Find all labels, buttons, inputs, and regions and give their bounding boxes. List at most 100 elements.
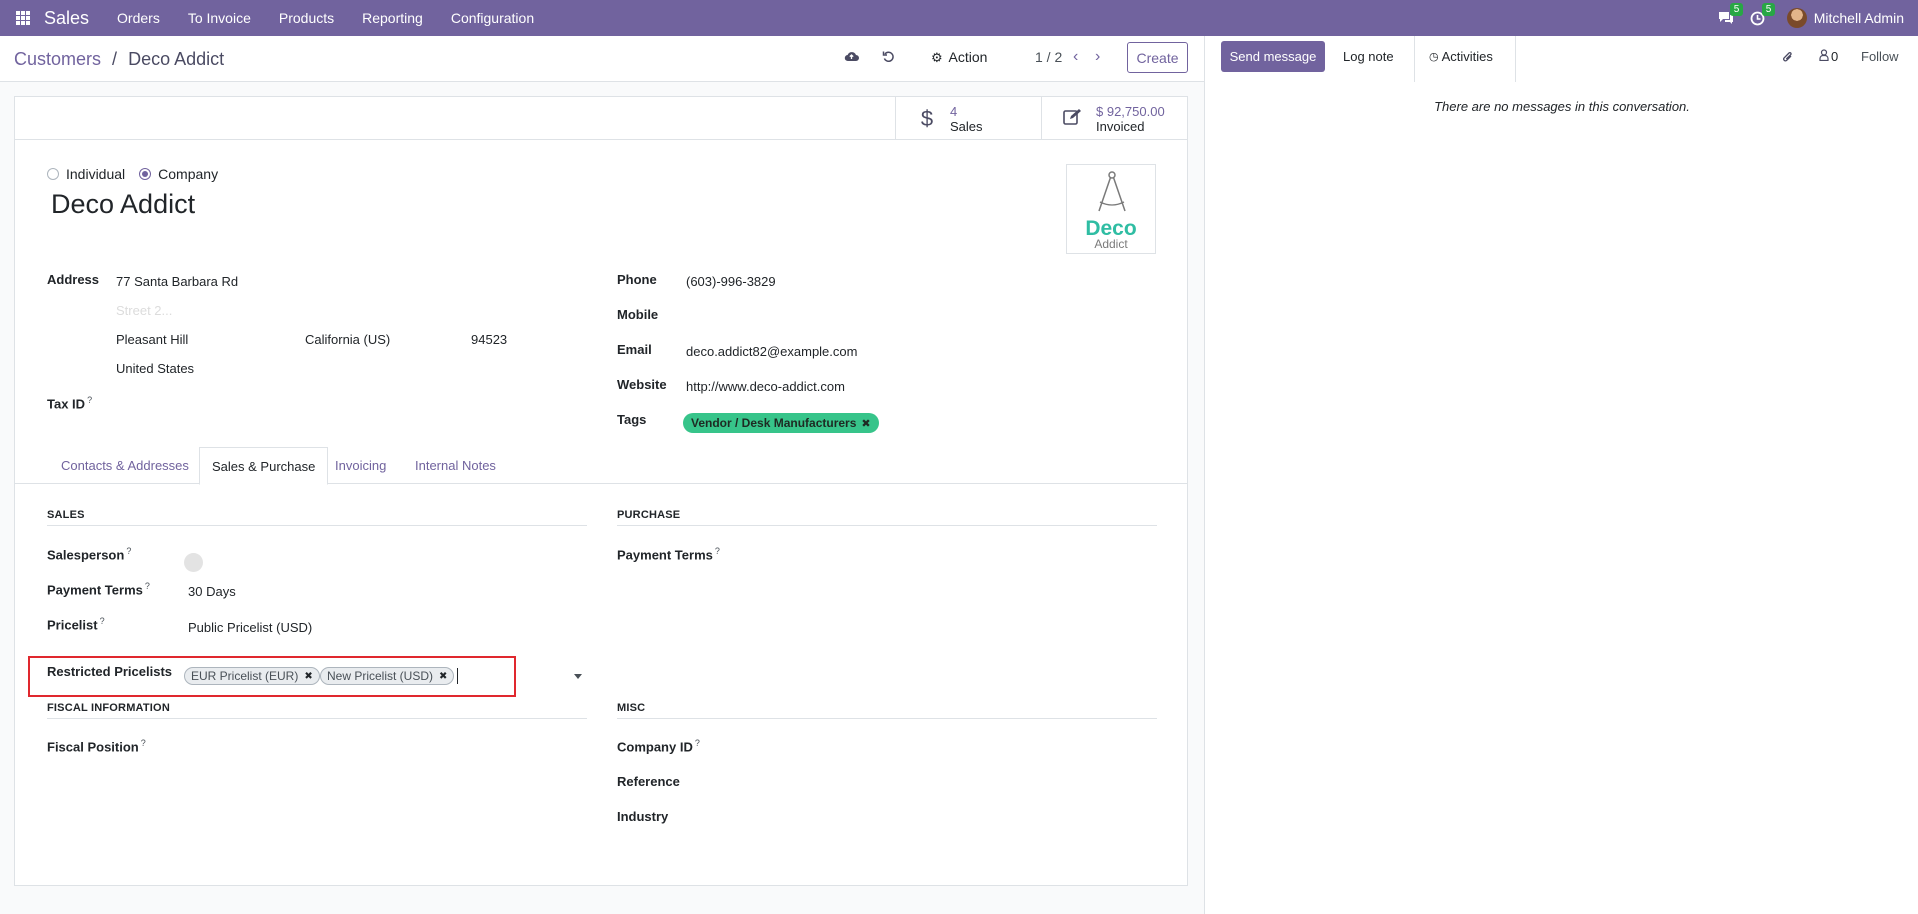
menu-orders[interactable]: Orders xyxy=(103,0,174,36)
menu-to-invoice[interactable]: To Invoice xyxy=(174,0,265,36)
address-label: Address xyxy=(47,272,100,287)
help-tooltip-icon[interactable]: ? xyxy=(695,738,700,748)
payment-terms-field[interactable]: 30 Days xyxy=(188,584,236,599)
activities-count-badge: 5 xyxy=(1761,2,1776,16)
help-tooltip-icon[interactable]: ? xyxy=(145,581,150,591)
zip-field[interactable]: 94523 xyxy=(471,332,507,347)
fiscal-position-label-text: Fiscal Position xyxy=(47,739,139,755)
breadcrumb-separator: / xyxy=(112,49,118,69)
followers-button[interactable]: 0 xyxy=(1819,41,1838,72)
help-tooltip-icon[interactable]: ? xyxy=(87,395,92,405)
smart-button-box: $ 4 Sales $ 92,750.00 Invoiced xyxy=(15,97,1187,140)
purchase-section-title: PURCHASE xyxy=(617,509,681,521)
user-menu[interactable]: Mitchell Admin xyxy=(1814,10,1904,26)
log-note-button[interactable]: Log note xyxy=(1343,41,1394,72)
pricelist-tag-new-label: New Pricelist (USD) xyxy=(327,669,434,683)
misc-section-title: MISC xyxy=(617,702,646,714)
street2-field[interactable]: Street 2... xyxy=(116,303,172,318)
chevron-down-icon[interactable] xyxy=(574,674,582,679)
fiscal-position-label: Fiscal Position? xyxy=(47,738,146,754)
pager-value[interactable]: 1 / 2 xyxy=(1035,49,1062,65)
mobile-label: Mobile xyxy=(617,307,659,322)
pricelist-field[interactable]: Public Pricelist (USD) xyxy=(188,620,312,635)
user-avatar[interactable] xyxy=(1786,8,1807,28)
create-button[interactable]: Create xyxy=(1127,42,1188,73)
pricelist-tag-eur[interactable]: EUR Pricelist (EUR) ✖ xyxy=(184,667,320,685)
email-field[interactable]: deco.addict82@example.com xyxy=(686,344,857,359)
remove-tag-icon[interactable]: ✖ xyxy=(304,671,312,682)
navbar-left: Sales Orders To Invoice Products Reporti… xyxy=(0,0,548,36)
save-cloud-icon[interactable] xyxy=(844,50,859,66)
company-type-radio: Individual Company xyxy=(47,166,232,182)
country-field[interactable]: United States xyxy=(116,361,194,376)
tab-sales-purchase[interactable]: Sales & Purchase xyxy=(199,447,329,485)
sales-section-title: SALES xyxy=(47,509,85,521)
invoiced-label: Invoiced xyxy=(1096,118,1145,134)
remove-tag-icon[interactable]: ✖ xyxy=(439,671,447,682)
attachment-paperclip-icon[interactable] xyxy=(1782,41,1794,72)
radio-individual-circle xyxy=(47,168,59,180)
restricted-pricelists-label: Restricted Pricelists xyxy=(47,664,173,679)
followers-count: 0 xyxy=(1831,49,1839,64)
salesperson-avatar[interactable] xyxy=(184,553,203,572)
tag-remove-icon[interactable]: ✖ xyxy=(861,417,870,430)
website-label: Website xyxy=(617,377,667,392)
edit-square-icon xyxy=(1062,106,1084,132)
partner-logo[interactable]: Deco Addict xyxy=(1066,164,1156,254)
radio-company-label: Company xyxy=(158,166,219,182)
action-label: Action xyxy=(948,49,988,65)
apps-menu-icon[interactable] xyxy=(16,11,30,25)
help-tooltip-icon[interactable]: ? xyxy=(715,546,720,556)
help-tooltip-icon[interactable]: ? xyxy=(126,546,131,556)
form-sheet: $ 4 Sales $ 92,750.00 Invoiced Individua… xyxy=(14,96,1188,886)
pager-next-icon[interactable]: › xyxy=(1095,48,1100,66)
radio-company[interactable]: Company xyxy=(139,166,218,182)
industry-label: Industry xyxy=(617,809,669,824)
company-id-label-text: Company ID xyxy=(617,739,693,755)
sales-label: Sales xyxy=(950,118,983,134)
street-field[interactable]: 77 Santa Barbara Rd xyxy=(116,274,238,289)
tab-contacts-addresses[interactable]: Contacts & Addresses xyxy=(49,447,201,484)
messaging-menu[interactable]: 5 xyxy=(1718,3,1744,25)
top-navbar: Sales Orders To Invoice Products Reporti… xyxy=(0,0,1918,36)
pricelist-tag-eur-label: EUR Pricelist (EUR) xyxy=(191,669,299,683)
invoiced-stat: $ 92,750.00 Invoiced xyxy=(1096,104,1165,134)
payment-terms-label-text: Payment Terms xyxy=(47,582,143,598)
tab-internal-notes[interactable]: Internal Notes xyxy=(403,447,508,484)
pricelist-tag-new[interactable]: New Pricelist (USD) ✖ xyxy=(320,667,455,685)
website-field[interactable]: http://www.deco-addict.com xyxy=(686,379,845,394)
partner-name-field[interactable]: Deco Addict xyxy=(51,189,195,220)
main-menu: Orders To Invoice Products Reporting Con… xyxy=(103,0,548,36)
breadcrumb-customers[interactable]: Customers xyxy=(14,49,101,69)
state-field[interactable]: California (US) xyxy=(305,332,390,347)
sales-stat: 4 Sales xyxy=(950,104,983,134)
help-tooltip-icon[interactable]: ? xyxy=(100,616,105,626)
user-icon xyxy=(1819,49,1829,64)
tag-vendor-desk-manufacturers[interactable]: Vendor / Desk Manufacturers ✖ xyxy=(683,413,879,433)
pager-previous-icon[interactable]: ‹ xyxy=(1073,48,1078,66)
purchase-payment-terms-label: Payment Terms? xyxy=(617,546,720,562)
activities-button[interactable]: ◷ Activities xyxy=(1429,41,1493,72)
payment-terms-label: Payment Terms? xyxy=(47,581,150,597)
compass-logo-icon xyxy=(1098,171,1126,212)
follow-button[interactable]: Follow xyxy=(1861,41,1899,72)
pricelist-label: Pricelist? xyxy=(47,616,105,632)
sales-smart-button[interactable]: $ 4 Sales xyxy=(895,97,1041,140)
menu-products[interactable]: Products xyxy=(265,0,348,36)
send-message-button[interactable]: Send message xyxy=(1221,41,1325,72)
discard-undo-icon[interactable] xyxy=(882,50,895,66)
action-menu-button[interactable]: ⚙ Action xyxy=(931,49,987,66)
tab-invoicing[interactable]: Invoicing xyxy=(323,447,398,484)
activity-menu[interactable]: 5 xyxy=(1750,2,1776,26)
text-cursor[interactable] xyxy=(457,668,458,684)
tags-label: Tags xyxy=(617,412,647,427)
radio-individual[interactable]: Individual xyxy=(47,166,125,182)
help-tooltip-icon[interactable]: ? xyxy=(141,738,146,748)
invoiced-smart-button[interactable]: $ 92,750.00 Invoiced xyxy=(1041,97,1187,140)
email-label: Email xyxy=(617,342,652,357)
phone-field[interactable]: (603)-996-3829 xyxy=(686,274,776,289)
menu-configuration[interactable]: Configuration xyxy=(437,0,548,36)
city-field[interactable]: Pleasant Hill xyxy=(116,332,188,347)
app-name[interactable]: Sales xyxy=(44,8,89,29)
menu-reporting[interactable]: Reporting xyxy=(348,0,437,36)
